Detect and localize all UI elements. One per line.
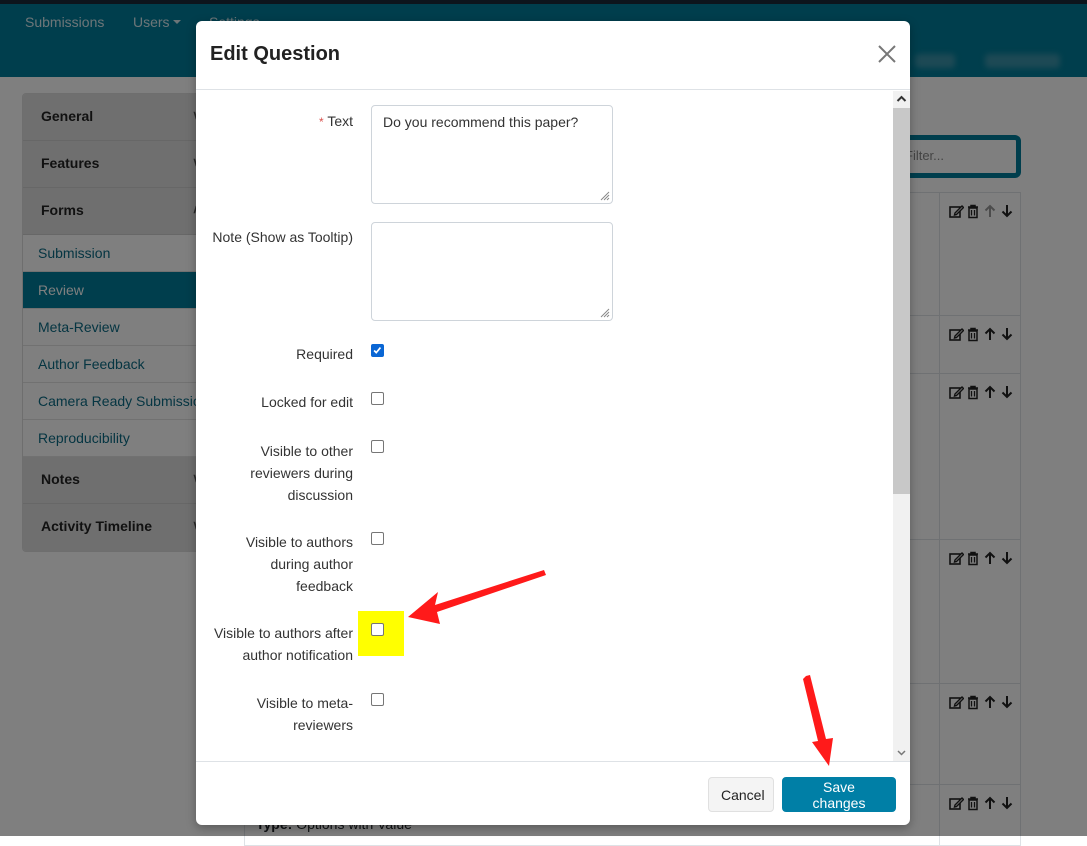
modal-footer: Cancel Save changes (196, 761, 910, 825)
scroll-up-icon[interactable] (893, 91, 910, 108)
visible-authors-notification-checkbox[interactable] (371, 623, 384, 636)
note-field-label: Note (Show as Tooltip) (212, 229, 353, 245)
close-icon[interactable] (876, 43, 898, 65)
visible-meta-reviewers-label: Visible to meta-reviewers (256, 695, 353, 733)
text-textarea[interactable]: Do you recommend this paper? (371, 105, 613, 204)
resize-grip-icon[interactable] (598, 189, 610, 201)
edit-question-modal: Edit Question * Text Do you recommend th… (196, 21, 910, 825)
visible-other-reviewers-label: Visible to other reviewers during discus… (250, 443, 353, 503)
resize-grip-icon[interactable] (598, 306, 610, 318)
modal-title: Edit Question (210, 43, 340, 65)
save-changes-button[interactable]: Save changes (782, 777, 896, 812)
note-textarea[interactable] (371, 222, 613, 321)
required-marker: * (319, 115, 324, 129)
modal-scrollbar[interactable] (893, 91, 910, 761)
visible-authors-feedback-checkbox[interactable] (371, 532, 384, 545)
modal-header: Edit Question (196, 21, 910, 90)
scroll-down-icon[interactable] (893, 744, 910, 761)
cancel-button[interactable]: Cancel (708, 777, 774, 812)
locked-for-edit-label: Locked for edit (261, 394, 353, 410)
scroll-thumb[interactable] (893, 108, 910, 494)
required-checkbox[interactable] (371, 344, 384, 357)
checkmark-icon (373, 346, 382, 354)
locked-for-edit-checkbox[interactable] (371, 392, 384, 405)
visible-meta-reviewers-checkbox[interactable] (371, 693, 384, 706)
modal-body: * Text Do you recommend this paper? Note… (196, 91, 910, 761)
text-field-label: * Text (319, 110, 353, 133)
visible-other-reviewers-checkbox[interactable] (371, 440, 384, 453)
required-label: Required (296, 346, 353, 362)
text-label: Text (327, 113, 353, 129)
visible-authors-notification-label: Visible to authors after author notifica… (213, 625, 353, 663)
text-value: Do you recommend this paper? (383, 114, 579, 130)
visible-authors-feedback-label: Visible to authors during author feedbac… (245, 534, 353, 594)
